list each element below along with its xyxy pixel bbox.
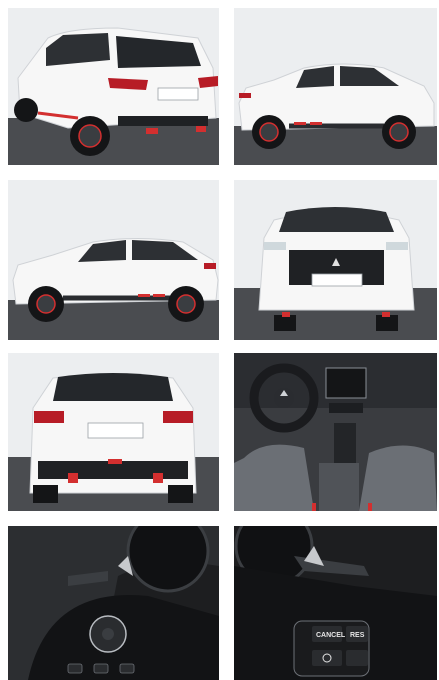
steering-wheel-left-image — [8, 526, 219, 680]
photo-interior-dashboard[interactable] — [234, 353, 437, 511]
photo-rear-three-quarter[interactable] — [8, 8, 219, 165]
steering-wheel-right-image: CANCEL RES — [234, 526, 437, 680]
car-side-left-image — [8, 180, 219, 340]
photo-steering-wheel-left[interactable] — [8, 526, 219, 680]
cancel-button-label: CANCEL — [316, 632, 346, 639]
photo-side-right[interactable] — [234, 8, 437, 165]
res-button-label: RES — [350, 632, 365, 639]
car-rear-image — [8, 353, 219, 511]
interior-dashboard-image — [234, 353, 437, 511]
car-side-right-image — [234, 8, 437, 165]
car-rear-three-quarter-image — [8, 8, 219, 165]
photo-steering-wheel-right[interactable]: CANCEL RES — [234, 526, 437, 680]
photo-gallery: CANCEL RES — [0, 0, 439, 680]
car-front-image — [234, 180, 437, 340]
photo-front[interactable] — [234, 180, 437, 340]
photo-rear[interactable] — [8, 353, 219, 511]
photo-side-left[interactable] — [8, 180, 219, 340]
